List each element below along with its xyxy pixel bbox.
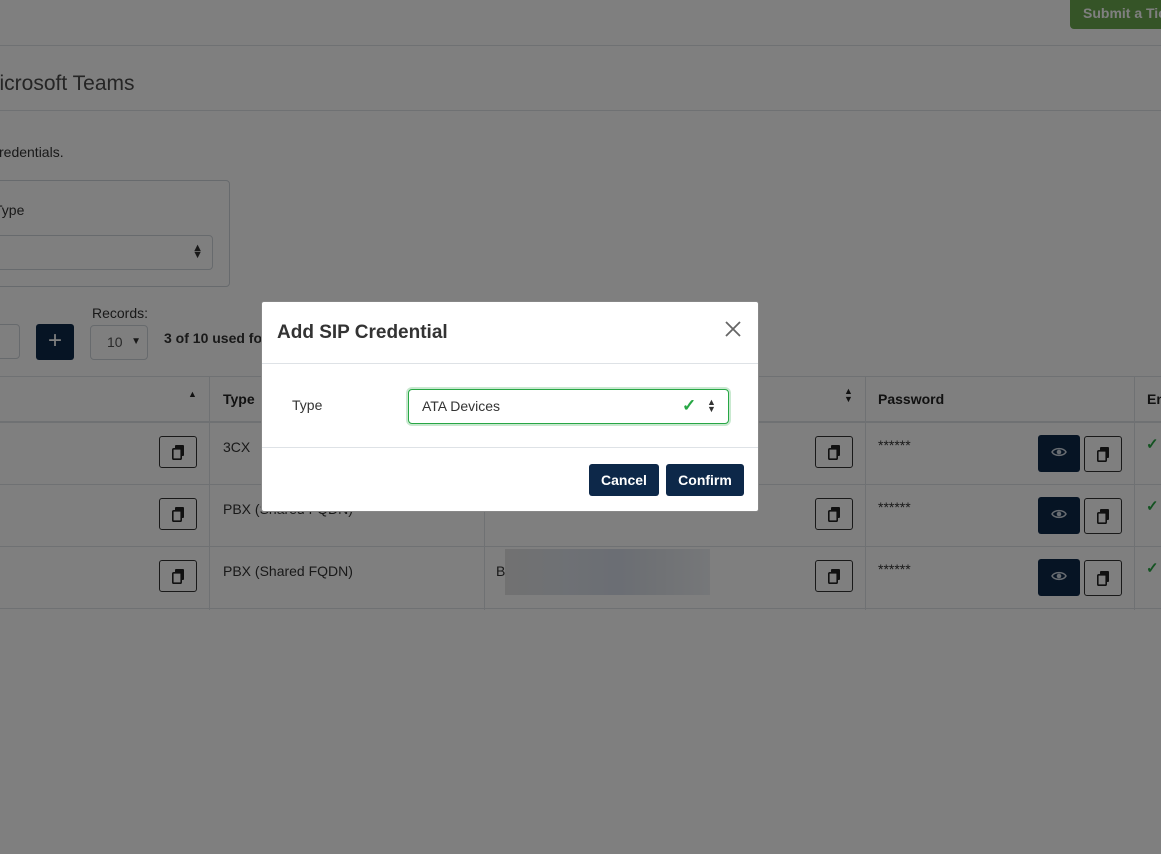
select-arrows-icon: ▲▼ (707, 397, 716, 414)
cancel-button[interactable]: Cancel (589, 464, 659, 496)
modal-header: Add SIP Credential (262, 302, 758, 364)
type-label: Type (292, 397, 323, 413)
type-select-value: ATA Devices (422, 398, 501, 414)
confirm-button[interactable]: Confirm (666, 464, 744, 496)
valid-check-icon: ✓ (682, 396, 697, 415)
modal-body: Type ATA Devices ✓ ▲ ▼ (262, 365, 758, 448)
close-icon[interactable] (723, 319, 743, 339)
type-select[interactable]: ATA Devices ✓ ▲ ▼ (408, 389, 729, 424)
add-sip-credential-modal: Add SIP Credential Type ATA Devices ✓ ▲ ▼… (261, 301, 759, 512)
modal-title: Add SIP Credential (277, 322, 448, 343)
